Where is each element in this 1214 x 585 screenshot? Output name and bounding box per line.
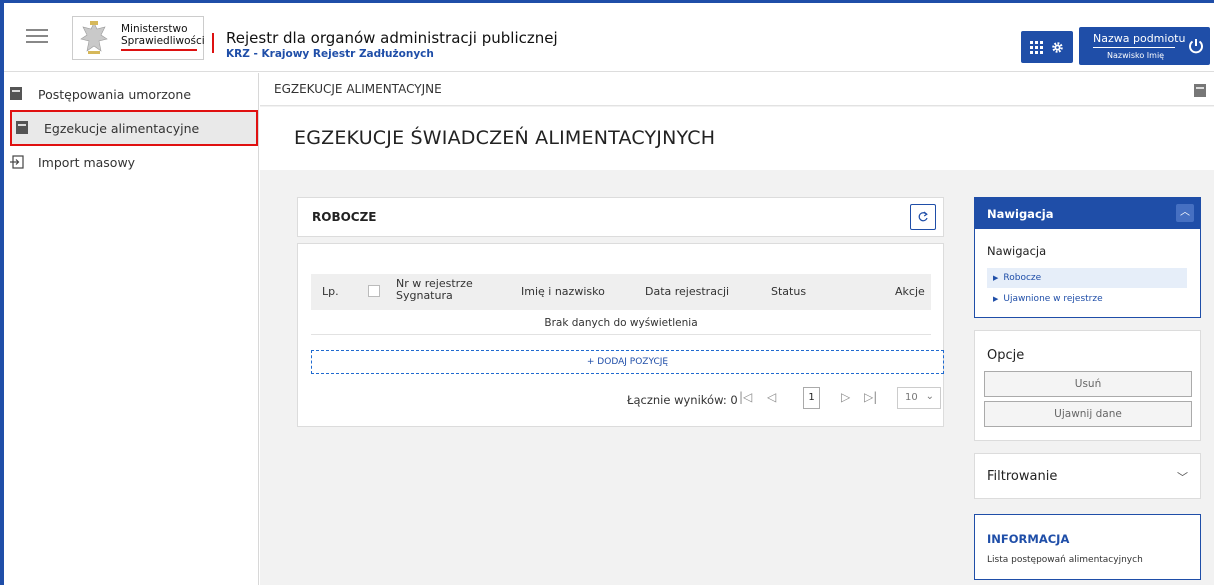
col-nr-sygnatura[interactable]: Nr w rejestrze Sygnatura [396, 278, 473, 302]
nav-link-ujawnione[interactable]: ▶ Ujawnione w rejestrze [987, 289, 1187, 309]
col-actions: Akcje [895, 285, 925, 298]
filter-panel[interactable]: Filtrowanie ﹀ [974, 453, 1201, 499]
app-window: Ministerstwo Sprawiedliwości Rejestr dla… [0, 0, 1214, 585]
first-page-icon[interactable]: |◁ [739, 390, 752, 404]
gear-icon[interactable] [1051, 41, 1064, 54]
folder-icon [10, 87, 24, 101]
sidebar-item-label: Egzekucje alimentacyjne [44, 120, 200, 136]
page-title: EGZEKUCJE ŚWIADCZEŃ ALIMENTACYJNYCH [294, 127, 716, 149]
refresh-icon [918, 211, 928, 222]
add-position-button[interactable]: + DODAJ POZYCJĘ [311, 350, 944, 374]
robocze-table-card: Lp. Nr w rejestrze Sygnatura Imię i nazw… [297, 243, 944, 427]
sidebar: Postępowania umorzone Egzekucje alimenta… [4, 73, 259, 585]
nav-link-label: Ujawnione w rejestrze [1003, 294, 1103, 304]
col-sygnatura-label: Sygnatura [396, 289, 453, 302]
col-name[interactable]: Imię i nazwisko [521, 285, 605, 298]
folder-icon [16, 121, 30, 135]
col-lp[interactable]: Lp. [322, 285, 339, 298]
sidebar-item-label: Import masowy [38, 154, 136, 170]
nav-link-label: Robocze [1003, 273, 1042, 283]
header-separator [212, 33, 214, 53]
next-page-icon[interactable]: ▷ [841, 390, 850, 404]
chevron-down-icon: ⌄ [925, 391, 934, 402]
info-panel: INFORMACJA Lista postępowań alimentacyjn… [974, 514, 1201, 580]
col-status[interactable]: Status [771, 285, 806, 298]
power-icon[interactable] [1187, 37, 1205, 55]
logo-text: Ministerstwo Sprawiedliwości [121, 23, 205, 47]
select-all-checkbox[interactable] [368, 285, 380, 297]
eagle-emblem-icon [80, 21, 108, 54]
caret-right-icon: ▶ [993, 274, 999, 282]
sidebar-item-egzekucje-alimentacyjne[interactable]: Egzekucje alimentacyjne [10, 110, 258, 146]
apps-grid-icon[interactable] [1030, 40, 1043, 54]
last-page-icon[interactable]: ▷| [864, 390, 877, 404]
app-subtitle: KRZ - Krajowy Rejestr Zadłużonych [226, 48, 434, 60]
main-content: EGZEKUCJE ALIMENTACYJNE EGZEKUCJE ŚWIADC… [260, 73, 1214, 585]
page-size-value: 10 [905, 392, 918, 403]
options-title: Opcje [987, 348, 1025, 363]
user-menu[interactable]: Nazwa podmiotu Nazwisko Imię [1079, 27, 1210, 65]
logo-underline [121, 49, 197, 51]
page-number[interactable]: 1 [803, 387, 820, 409]
import-icon [10, 155, 24, 169]
reveal-data-button[interactable]: Ujawnij dane [984, 401, 1192, 427]
chevron-up-icon[interactable]: ︿ [1176, 204, 1194, 222]
apps-settings-button[interactable] [1021, 31, 1073, 63]
user-divider [1093, 47, 1175, 48]
sidebar-item-label: Postępowania umorzone [38, 86, 192, 102]
nav-link-robocze[interactable]: ▶ Robocze [987, 268, 1187, 288]
prev-page-icon[interactable]: ◁ [767, 390, 776, 404]
section-title: ROBOCZE [312, 210, 377, 224]
navigation-panel-title: Nawigacja [987, 207, 1054, 221]
caret-right-icon: ▶ [993, 295, 999, 303]
logo-line1: Ministerstwo [121, 23, 188, 35]
info-text: Lista postępowań alimentacyjnych [987, 555, 1143, 565]
folder-icon [1194, 82, 1206, 101]
delete-button[interactable]: Usuń [984, 371, 1192, 397]
robocze-header-card: ROBOCZE [297, 197, 944, 237]
app-title: Rejestr dla organów administracji public… [226, 29, 558, 47]
col-date[interactable]: Data rejestracji [645, 285, 729, 298]
user-name: Nazwa podmiotu [1093, 32, 1186, 45]
user-fullname: Nazwisko Imię [1107, 51, 1165, 60]
ministry-logo[interactable]: Ministerstwo Sprawiedliwości [72, 16, 205, 60]
menu-icon[interactable] [26, 29, 48, 45]
sidebar-item-import-masowy[interactable]: Import masowy [10, 147, 258, 177]
title-bar: EGZEKUCJE ŚWIADCZEŃ ALIMENTACYJNYCH [260, 107, 1214, 170]
logo-line2: Sprawiedliwości [121, 35, 205, 47]
navigation-panel: Nawigacja ︿ Nawigacja ▶ Robocze ▶ Ujawnion… [974, 197, 1201, 318]
breadcrumb-bar: EGZEKUCJE ALIMENTACYJNE [260, 73, 1214, 106]
top-header: Ministerstwo Sprawiedliwości Rejestr dla… [4, 3, 1214, 72]
table-header: Lp. Nr w rejestrze Sygnatura Imię i nazw… [311, 274, 931, 310]
breadcrumb: EGZEKUCJE ALIMENTACYJNE [274, 82, 442, 96]
navigation-panel-header[interactable]: Nawigacja ︿ [975, 198, 1200, 229]
filter-title: Filtrowanie [987, 469, 1058, 484]
sidebar-item-postepowania-umorzone[interactable]: Postępowania umorzone [10, 79, 258, 109]
page-size-select[interactable]: 10 ⌄ [897, 387, 941, 409]
empty-state: Brak danych do wyświetlenia [311, 311, 931, 335]
navigation-subtitle: Nawigacja [987, 244, 1047, 258]
info-title: INFORMACJA [987, 532, 1070, 546]
options-panel: Opcje Usuń Ujawnij dane [974, 330, 1201, 441]
total-results: Łącznie wyników: 0 [627, 393, 738, 407]
refresh-button[interactable] [910, 204, 936, 230]
chevron-down-icon[interactable]: ﹀ [1177, 469, 1188, 485]
